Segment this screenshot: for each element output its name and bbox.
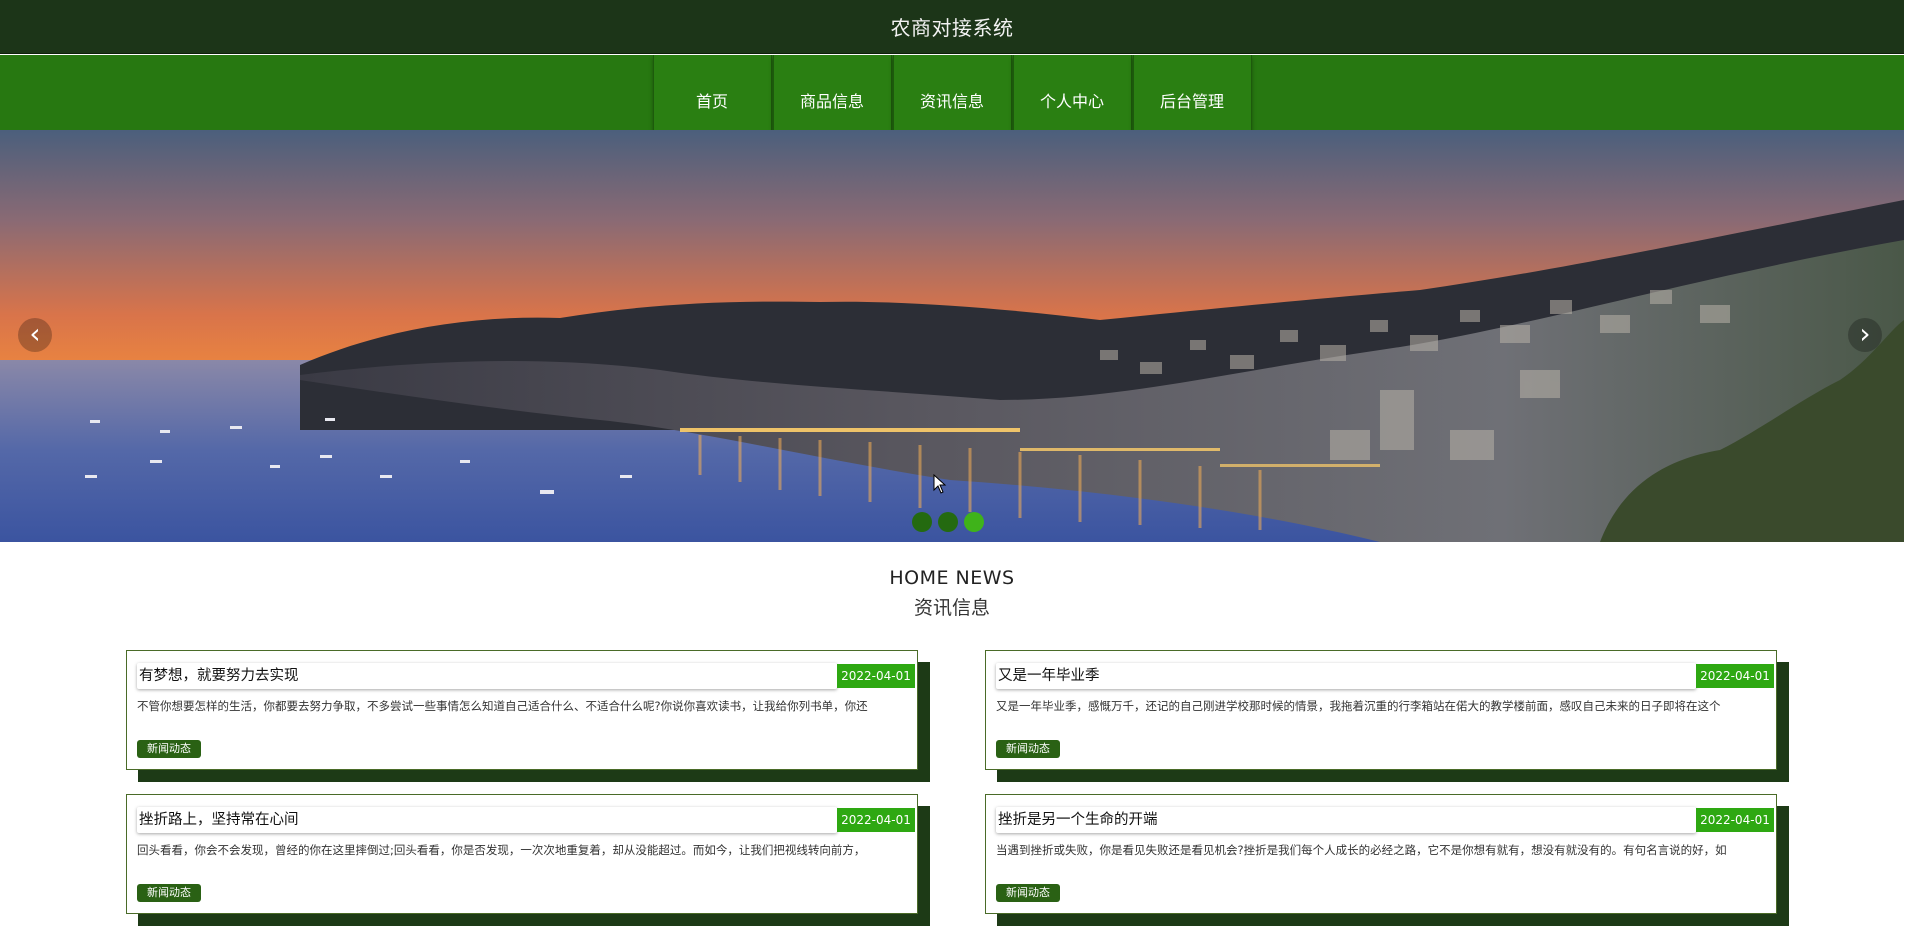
carousel-dot-3[interactable] [964,512,984,532]
news-card-tag[interactable]: 新闻动态 [137,884,201,902]
news-card[interactable]: 挫折是另一个生命的开端 2022-04-01 当遇到挫折或失败，你是看见失败还是… [985,794,1789,926]
news-card-title[interactable]: 又是一年毕业季 [996,663,1696,689]
heading-english: HOME NEWS [889,567,1015,589]
news-card-date: 2022-04-01 [837,808,915,832]
main-nav: 首页 商品信息 资讯信息 个人中心 后台管理 [0,55,1904,130]
heading-chinese: 资讯信息 [913,597,990,619]
carousel-dot-1[interactable] [912,512,932,532]
news-card-tag[interactable]: 新闻动态 [137,740,201,758]
news-card-title[interactable]: 有梦想，就要努力去实现 [137,663,837,689]
news-card-excerpt: 又是一年毕业季，感慨万千，还记的自己刚进学校那时候的情景，我拖着沉重的行李箱站在… [996,699,1721,713]
carousel-indicators [912,512,990,532]
nav-item-admin[interactable]: 后台管理 [1132,55,1252,130]
news-card-title[interactable]: 挫折路上，坚持常在心间 [137,807,837,833]
nav-item-profile[interactable]: 个人中心 [1012,55,1132,130]
carousel-prev-button[interactable]: ‹ [18,318,52,352]
news-card-tag[interactable]: 新闻动态 [996,740,1060,758]
carousel-next-button[interactable]: › [1848,318,1882,352]
news-section-heading: HOME NEWS 资讯信息 [0,567,1904,620]
news-card[interactable]: 有梦想，就要努力去实现 2022-04-01 不管你想要怎样的生活，你都要去努力… [126,650,930,782]
mouse-cursor-icon [933,474,947,494]
news-card-date: 2022-04-01 [1696,808,1774,832]
news-card-tag[interactable]: 新闻动态 [996,884,1060,902]
top-header: 农商对接系统 [0,0,1904,54]
hero-carousel: ‹ › [0,130,1904,542]
news-card-title[interactable]: 挫折是另一个生命的开端 [996,807,1696,833]
nav-item-news[interactable]: 资讯信息 [892,55,1012,130]
news-card-excerpt: 不管你想要怎样的生活，你都要去努力争取，不多尝试一些事情怎么知道自己适合什么、不… [137,699,868,713]
nav-item-products[interactable]: 商品信息 [772,55,892,130]
news-card-excerpt: 回头看看，你会不会发现，曾经的你在这里摔倒过;回头看看，你是否发现，一次次地重复… [137,843,866,857]
carousel-dot-2[interactable] [938,512,958,532]
news-card-date: 2022-04-01 [1696,664,1774,688]
banner-image [0,130,1904,542]
news-card[interactable]: 又是一年毕业季 2022-04-01 又是一年毕业季，感慨万千，还记的自己刚进学… [985,650,1789,782]
news-card-date: 2022-04-01 [837,664,915,688]
nav-item-home[interactable]: 首页 [652,55,772,130]
news-card-excerpt: 当遇到挫折或失败，你是看见失败还是看见机会?挫折是我们每个人成长的必经之路，它不… [996,843,1727,857]
news-card[interactable]: 挫折路上，坚持常在心间 2022-04-01 回头看看，你会不会发现，曾经的你在… [126,794,930,926]
site-title: 农商对接系统 [890,16,1014,40]
